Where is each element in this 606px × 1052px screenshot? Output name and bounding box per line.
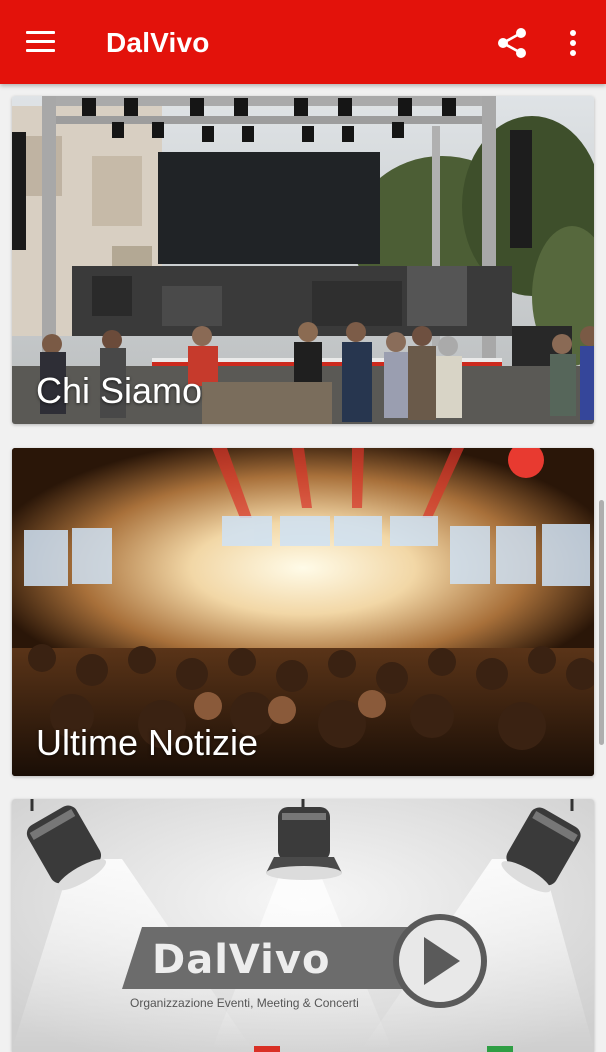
app-title: DalVivo bbox=[106, 27, 210, 58]
logo-tagline: Organizzazione Eventi, Meeting & Concert… bbox=[130, 996, 359, 1010]
card-ultime-notizie[interactable]: Ultime Notizie bbox=[12, 448, 594, 776]
card-chi-siamo[interactable]: Chi Siamo bbox=[12, 96, 594, 424]
menu-icon[interactable] bbox=[26, 29, 56, 53]
more-vert-icon[interactable] bbox=[565, 28, 581, 58]
app-bar: DalVivo bbox=[0, 0, 606, 84]
card-image-spotlights bbox=[12, 799, 594, 1052]
card-label-chi-siamo: Chi Siamo bbox=[36, 370, 203, 411]
share-icon[interactable] bbox=[495, 26, 529, 60]
card-label-ultime-notizie: Ultime Notizie bbox=[36, 722, 259, 763]
scrollbar[interactable] bbox=[599, 500, 604, 745]
logo-text: DalVivo bbox=[152, 937, 331, 983]
card-dalvivo-logo[interactable]: DalVivo Organizzazione Eventi, Meeting &… bbox=[12, 799, 594, 1052]
